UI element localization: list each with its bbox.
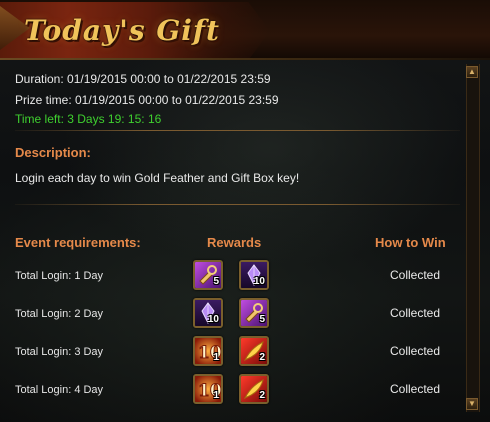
status-text: Collected bbox=[390, 268, 441, 282]
purple-crystal-icon[interactable]: 10 bbox=[193, 298, 223, 328]
reward-count: 5 bbox=[259, 314, 265, 325]
reward-count: 1 bbox=[213, 390, 219, 401]
requirement-label: Total Login: 1 Day bbox=[15, 270, 104, 282]
gold-feather-icon[interactable]: 2 bbox=[239, 336, 269, 366]
divider bbox=[15, 204, 460, 205]
gift-box-key-icon[interactable]: 5 bbox=[239, 298, 269, 328]
how-to-win-header: How to Win bbox=[375, 235, 446, 250]
status-text: Collected bbox=[390, 306, 441, 320]
gift-box-key-icon[interactable]: 5 bbox=[193, 260, 223, 290]
purple-crystal-icon[interactable]: 10 bbox=[239, 260, 269, 290]
header-divider bbox=[0, 58, 490, 60]
requirement-label: Total Login: 3 Day bbox=[15, 346, 104, 358]
reward-count: 1 bbox=[213, 352, 219, 363]
time-left-text: Time left: 3 Days 19: 15: 16 bbox=[15, 112, 162, 126]
prize-time-text: Prize time: 01/19/2015 00:00 to 01/22/20… bbox=[15, 93, 279, 107]
reward-count: 2 bbox=[259, 390, 265, 401]
description-title: Description: bbox=[15, 145, 91, 160]
divider bbox=[15, 130, 460, 131]
scrollbar[interactable] bbox=[466, 64, 480, 412]
reward-count: 2 bbox=[259, 352, 265, 363]
status-text: Collected bbox=[390, 344, 441, 358]
gold-feather-icon[interactable]: 2 bbox=[239, 374, 269, 404]
description-text: Login each day to win Gold Feather and G… bbox=[15, 171, 300, 185]
event-requirements-header: Event requirements: bbox=[15, 235, 141, 250]
reward-count: 10 bbox=[207, 314, 219, 325]
rewards-header: Rewards bbox=[207, 235, 262, 250]
status-text: Collected bbox=[390, 382, 441, 396]
ten-badge-icon[interactable]: 10 1 bbox=[193, 336, 223, 366]
scroll-up-button[interactable]: ▲ bbox=[466, 66, 478, 78]
scroll-down-button[interactable]: ▼ bbox=[466, 398, 478, 410]
panel-title: Today's Gift bbox=[24, 14, 220, 47]
todays-gift-panel: Today's Gift Duration: 01/19/2015 00:00 … bbox=[0, 0, 490, 422]
reward-count: 10 bbox=[253, 276, 265, 287]
ten-badge-icon[interactable]: 10 1 bbox=[193, 374, 223, 404]
reward-count: 5 bbox=[213, 276, 219, 287]
requirement-label: Total Login: 4 Day bbox=[15, 384, 104, 396]
panel-header: Today's Gift bbox=[0, 0, 490, 60]
requirement-label: Total Login: 2 Day bbox=[15, 308, 104, 320]
duration-text: Duration: 01/19/2015 00:00 to 01/22/2015… bbox=[15, 72, 271, 86]
